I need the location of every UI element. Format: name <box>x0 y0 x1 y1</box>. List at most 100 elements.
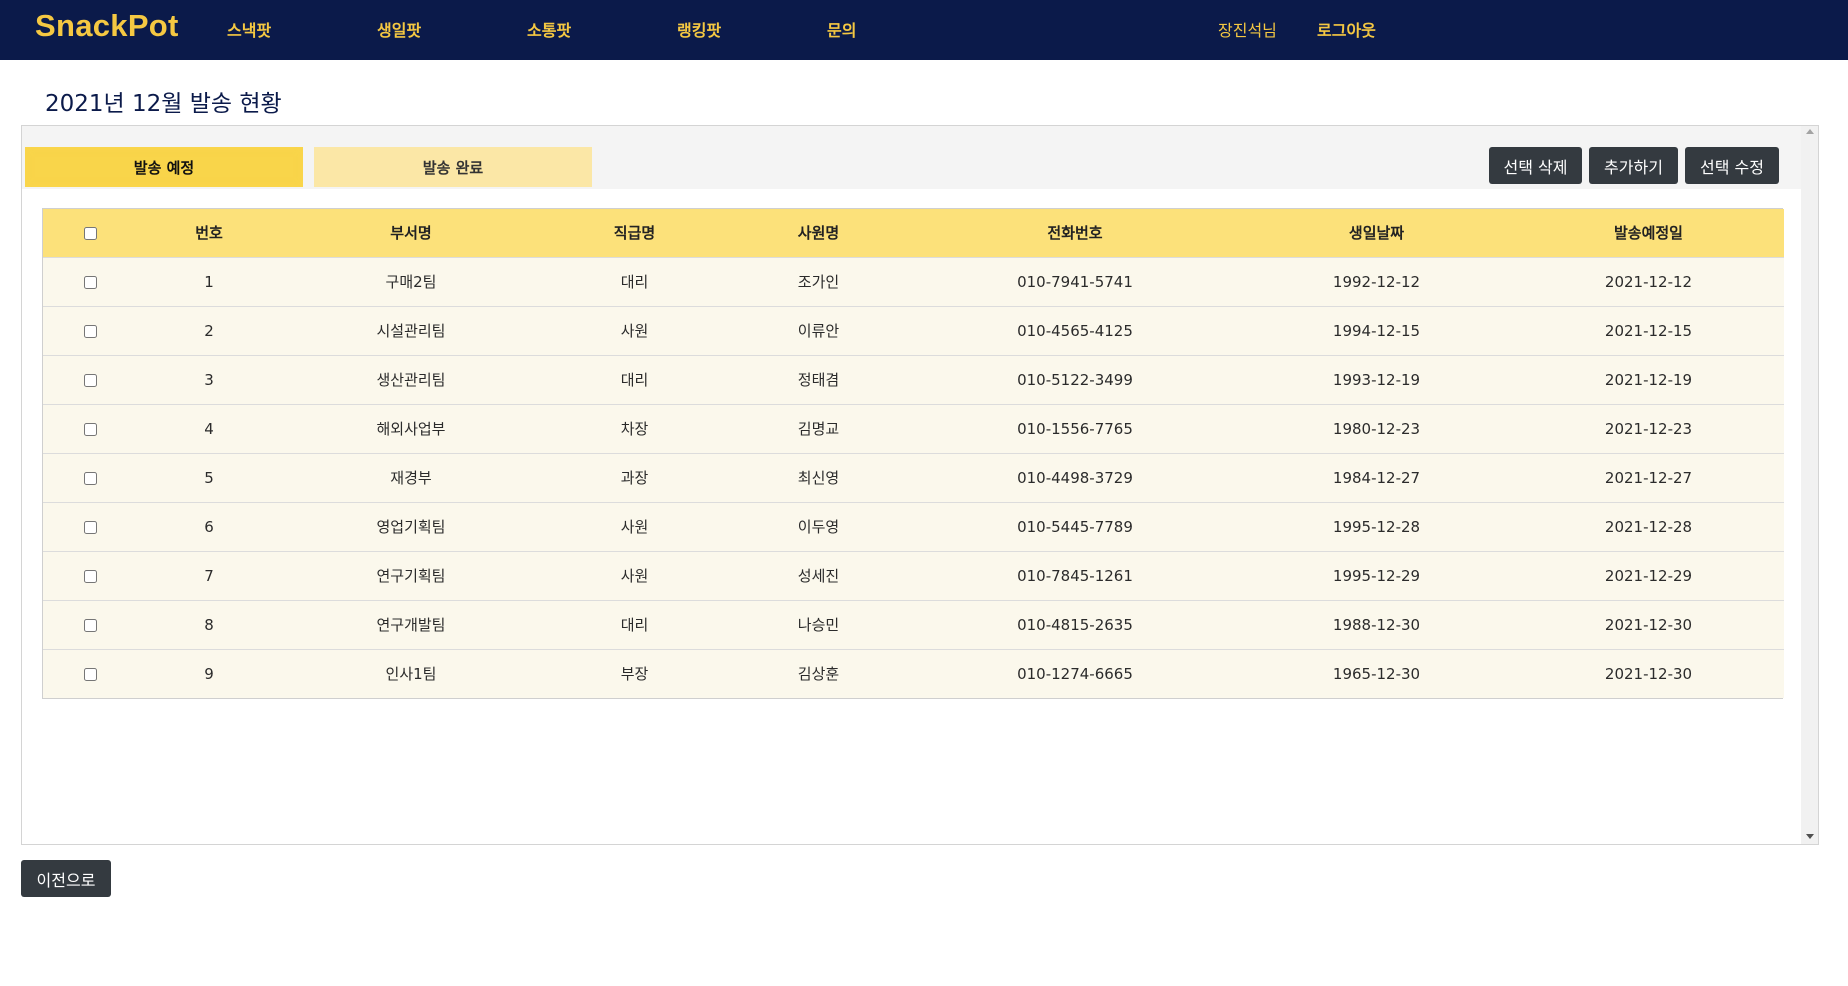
cell-department: 연구기획팀 <box>376 567 446 585</box>
cell-birthday: 1994-12-15 <box>1332 321 1421 340</box>
cell-phone: 010-4815-2635 <box>1017 615 1133 634</box>
cell-phone: 010-4498-3729 <box>1017 468 1133 487</box>
cell-send-date: 2021-12-15 <box>1604 321 1693 340</box>
cell-department: 해외사업부 <box>376 420 446 438</box>
brand-logo[interactable]: SnackPot <box>35 8 179 44</box>
cell-employee-name: 이두영 <box>797 518 840 536</box>
scroll-down-arrow-icon[interactable] <box>1806 834 1814 839</box>
table-row[interactable]: 6 영업기획팀 사원 이두영 010-5445-7789 1995-12-28 … <box>43 502 1784 551</box>
table-row[interactable]: 5 재경부 과장 최신영 010-4498-3729 1984-12-27 20… <box>43 453 1784 502</box>
cell-phone: 010-7845-1261 <box>1017 566 1133 585</box>
table-row[interactable]: 9 인사1팀 부장 김상훈 010-1274-6665 1965-12-30 2… <box>43 649 1784 698</box>
column-header[interactable]: 생일날짜 <box>1240 209 1513 257</box>
cell-birthday: 1992-12-12 <box>1332 272 1421 291</box>
cell-phone: 010-1274-6665 <box>1017 664 1133 683</box>
cell-phone: 010-1556-7765 <box>1017 419 1133 438</box>
cell-number: 3 <box>204 370 214 389</box>
cell-send-date: 2021-12-29 <box>1604 566 1693 585</box>
cell-number: 4 <box>204 419 214 438</box>
logout-link[interactable]: 로그아웃 <box>1317 17 1376 41</box>
cell-number: 8 <box>204 615 214 634</box>
cell-phone: 010-4565-4125 <box>1017 321 1133 340</box>
column-header[interactable]: 직급명 <box>542 209 727 257</box>
cell-send-date: 2021-12-28 <box>1604 517 1693 536</box>
cell-employee-name: 이류안 <box>797 322 840 340</box>
cell-number: 1 <box>204 272 214 291</box>
cell-birthday: 1988-12-30 <box>1332 615 1421 634</box>
cell-employee-name: 김명교 <box>797 420 840 438</box>
nav-link-rankingpot[interactable]: 랭킹팟 <box>677 17 721 41</box>
scroll-up-arrow-icon[interactable] <box>1806 129 1814 134</box>
edit-selected-button[interactable]: 선택 수정 <box>1685 147 1779 184</box>
row-checkbox[interactable] <box>84 618 97 632</box>
table-row[interactable]: 2 시설관리팀 사원 이류안 010-4565-4125 1994-12-15 … <box>43 306 1784 355</box>
cell-birthday: 1995-12-28 <box>1332 517 1421 536</box>
row-checkbox[interactable] <box>84 275 97 289</box>
cell-department: 생산관리팀 <box>376 371 446 389</box>
panel-toolbar: 발송 예정 발송 완료 선택 삭제 추가하기 선택 수정 <box>22 126 1802 189</box>
table-header-row: 번호 부서명 직급명 사원명 전화번호 생일날짜 발송예정일 <box>43 209 1784 257</box>
table-row[interactable]: 1 구매2팀 대리 조가인 010-7941-5741 1992-12-12 2… <box>43 257 1784 306</box>
cell-position: 사원 <box>620 322 649 340</box>
top-navbar: SnackPot 스낵팟 생일팟 소통팟 랭킹팟 문의 장진석님 로그아웃 <box>0 0 1848 60</box>
table-row[interactable]: 3 생산관리팀 대리 정태겸 010-5122-3499 1993-12-19 … <box>43 355 1784 404</box>
cell-position: 대리 <box>620 273 649 291</box>
select-all-cell <box>43 209 138 257</box>
cell-phone: 010-7941-5741 <box>1017 272 1133 291</box>
row-checkbox[interactable] <box>84 471 97 485</box>
nav-link-communicationpot[interactable]: 소통팟 <box>527 17 571 41</box>
row-checkbox[interactable] <box>84 520 97 534</box>
cell-department: 인사1팀 <box>385 665 437 684</box>
row-checkbox[interactable] <box>84 667 97 681</box>
cell-number: 9 <box>204 664 214 683</box>
cell-position: 부장 <box>620 665 649 684</box>
select-all-checkbox[interactable] <box>84 226 97 240</box>
cell-send-date: 2021-12-30 <box>1604 615 1693 634</box>
cell-employee-name: 나승민 <box>797 616 840 634</box>
table-row[interactable]: 7 연구기획팀 사원 성세진 010-7845-1261 1995-12-29 … <box>43 551 1784 600</box>
add-button[interactable]: 추가하기 <box>1589 147 1678 184</box>
tab-scheduled[interactable]: 발송 예정 <box>25 147 303 187</box>
cell-position: 대리 <box>620 371 649 389</box>
cell-department: 재경부 <box>390 469 432 487</box>
cell-department: 영업기획팀 <box>376 518 446 536</box>
recipient-table: 번호 부서명 직급명 사원명 전화번호 생일날짜 발송예정일 1 구매2팀 대리… <box>42 208 1784 699</box>
table-row[interactable]: 4 해외사업부 차장 김명교 010-1556-7765 1980-12-23 … <box>43 404 1784 453</box>
column-header[interactable]: 사원명 <box>727 209 910 257</box>
cell-phone: 010-5122-3499 <box>1017 370 1133 389</box>
cell-employee-name: 성세진 <box>797 567 840 585</box>
row-checkbox[interactable] <box>84 373 97 387</box>
cell-number: 7 <box>204 566 214 585</box>
row-checkbox[interactable] <box>84 569 97 583</box>
cell-phone: 010-5445-7789 <box>1017 517 1133 536</box>
back-button[interactable]: 이전으로 <box>21 860 111 897</box>
column-header[interactable]: 부서명 <box>280 209 542 257</box>
delete-selected-button[interactable]: 선택 삭제 <box>1489 147 1582 184</box>
tab-completed[interactable]: 발송 완료 <box>314 147 592 187</box>
cell-employee-name: 정태겸 <box>797 371 840 389</box>
cell-department: 시설관리팀 <box>376 322 446 340</box>
cell-birthday: 1995-12-29 <box>1332 566 1421 585</box>
table-row[interactable]: 8 연구개발팀 대리 나승민 010-4815-2635 1988-12-30 … <box>43 600 1784 649</box>
cell-send-date: 2021-12-12 <box>1604 272 1693 291</box>
cell-employee-name: 최신영 <box>797 469 840 487</box>
cell-position: 차장 <box>620 420 649 438</box>
cell-position: 사원 <box>620 518 649 536</box>
cell-birthday: 1965-12-30 <box>1332 664 1421 683</box>
cell-birthday: 1980-12-23 <box>1332 419 1421 438</box>
cell-employee-name: 김상훈 <box>797 665 840 684</box>
row-checkbox[interactable] <box>84 324 97 338</box>
cell-birthday: 1984-12-27 <box>1332 468 1421 487</box>
cell-send-date: 2021-12-19 <box>1604 370 1693 389</box>
nav-link-inquiry[interactable]: 문의 <box>827 17 856 41</box>
column-header[interactable]: 전화번호 <box>910 209 1240 257</box>
nav-link-birthdaypot[interactable]: 생일팟 <box>377 17 421 41</box>
nav-link-snackpot[interactable]: 스낵팟 <box>227 17 271 41</box>
schedule-panel: 발송 예정 발송 완료 선택 삭제 추가하기 선택 수정 번호 부서명 직급명 … <box>21 125 1819 845</box>
column-header[interactable]: 번호 <box>138 209 280 257</box>
column-header[interactable]: 발송예정일 <box>1513 209 1784 257</box>
cell-send-date: 2021-12-27 <box>1604 468 1693 487</box>
panel-scrollbar[interactable] <box>1801 126 1818 844</box>
cell-position: 사원 <box>620 567 649 585</box>
row-checkbox[interactable] <box>84 422 97 436</box>
